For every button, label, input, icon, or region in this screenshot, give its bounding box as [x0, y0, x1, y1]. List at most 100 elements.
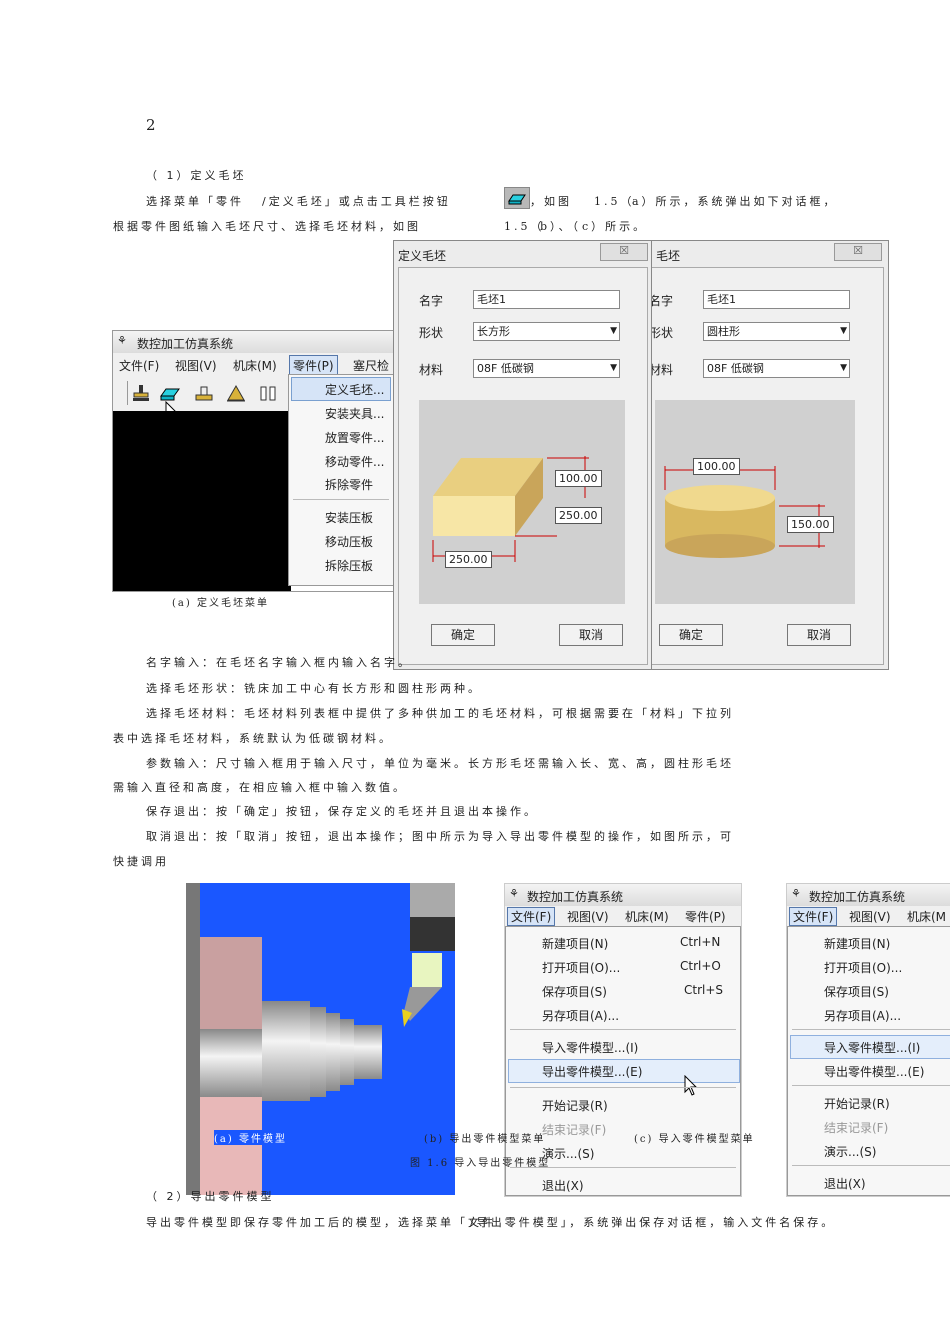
material-label: 材料 — [651, 363, 674, 377]
menu-view[interactable]: 视图(V) — [567, 908, 609, 925]
menu-file[interactable]: 文件(F) — [789, 907, 838, 926]
menu-item-demo[interactable]: 演示...(S) — [824, 1143, 876, 1160]
menu-item-save-as[interactable]: 另存项目(A)... — [542, 1007, 619, 1024]
menu-item-stop-record: 结束记录(F) — [824, 1121, 889, 1135]
menu-item-export-model[interactable]: 导出零件模型...(E) — [542, 1063, 642, 1080]
cancel-button[interactable]: 取消 — [787, 624, 851, 646]
title-bar: ⚘ 数控加工仿真系统 — [113, 331, 395, 354]
menu-item-exit[interactable]: 退出(X) — [542, 1177, 584, 1194]
viewport — [113, 411, 291, 591]
ok-button[interactable]: 确定 — [659, 624, 723, 646]
width-dim-field[interactable]: 250.00 — [555, 507, 602, 524]
menu-item-start-record[interactable]: 开始记录(R) — [824, 1095, 890, 1112]
para-text: 取消退出：按「取消」按钮，退出本操作；图中所示为导入导出零件模型的操作，如图所示… — [146, 830, 734, 843]
material-select[interactable]: 08F 低碳钢 — [703, 359, 850, 378]
menu-item-save-as[interactable]: 另存项目(A)... — [824, 1007, 901, 1024]
menu-item-remove-clamp[interactable]: 拆除压板 — [325, 557, 373, 574]
shape-select[interactable]: 圆柱形 — [703, 322, 850, 341]
dialog-title: 毛坯 — [656, 249, 681, 263]
menu-item-remove-part[interactable]: 拆除零件 — [325, 476, 373, 493]
menubar: 文件(F) 视图(V) 机床(M) 零件(P) 塞尺检 — [113, 353, 395, 376]
menu-view[interactable]: 视图(V) — [175, 357, 217, 374]
turned-part-icon — [186, 883, 455, 1195]
menu-machine[interactable]: 机床(M) — [233, 357, 277, 374]
menu-item-new[interactable]: 新建项目(N) — [542, 935, 608, 952]
app-icon: ⚘ — [791, 887, 801, 900]
menu-machine[interactable]: 机床(M) — [625, 908, 669, 925]
page-number: 2 — [146, 116, 156, 134]
material-select[interactable]: 08F 低碳钢 — [473, 359, 620, 378]
shortcut: Ctrl+N — [680, 935, 721, 949]
name-field[interactable]: 毛坯1 — [703, 290, 850, 309]
menu-part[interactable]: 零件(P) — [289, 355, 338, 376]
menu-item-move-part[interactable]: 移动零件... — [325, 453, 384, 470]
height-dim-field[interactable]: 150.00 — [787, 516, 834, 533]
dialog-title: 定义毛坯 — [398, 249, 447, 263]
place-part-icon[interactable] — [225, 383, 247, 403]
menu-item-define-blank[interactable]: 定义毛坯... — [325, 381, 384, 398]
shape-select[interactable]: 长方形 — [473, 322, 620, 341]
app-window-c: ⚘ 数控加工仿真系统 文件(F) 视图(V) 机床(M 新建项目(N) 打开项目… — [786, 883, 950, 1197]
install-fixture-icon[interactable] — [193, 383, 215, 403]
ok-button[interactable]: 确定 — [431, 624, 495, 646]
close-icon[interactable]: ☒ — [600, 243, 648, 261]
material-label: 材料 — [419, 363, 444, 377]
para-text: 快捷调用 — [113, 855, 169, 868]
menu-machine[interactable]: 机床(M — [907, 908, 946, 925]
menu-item-export-model[interactable]: 导出零件模型...(E) — [824, 1063, 924, 1080]
menu-item-place-part[interactable]: 放置零件... — [325, 429, 384, 446]
para-text: b）、（ — [540, 220, 582, 233]
menu-part[interactable]: 零件(P) — [685, 908, 726, 925]
app-title: 数控加工仿真系统 — [137, 337, 234, 351]
para-text: 导出零件模型即保存零件加工后的模型，选择菜单「文件 — [146, 1216, 496, 1229]
para-text: 需输入直径和高度，在相应输入框中输入数值。 — [113, 781, 407, 794]
section-heading: （ 2）导出零件模型 — [146, 1190, 275, 1203]
height-dim-field[interactable]: 100.00 — [555, 470, 602, 487]
menu-item-install-clamp[interactable]: 安装压板 — [325, 509, 373, 526]
para-text: 选择毛坯材料：毛坯材料列表框中提供了多种供加工的毛坯材料，可根据需要在「材料」下… — [146, 707, 734, 720]
menu-item-import-model[interactable]: 导入零件模型...(I) — [824, 1039, 920, 1056]
menu-item-move-clamp[interactable]: 移动压板 — [325, 533, 373, 550]
menu-item-install-fixture[interactable]: 安装夹具... — [325, 405, 384, 422]
menu-item-open[interactable]: 打开项目(O)... — [542, 959, 620, 976]
figure-caption: (a) 零件模型 — [214, 1130, 287, 1145]
name-label: 名字 — [419, 294, 444, 308]
menu-item-import-model[interactable]: 导入零件模型...(I) — [542, 1039, 638, 1056]
measure-icon[interactable] — [257, 383, 279, 403]
menubar: 文件(F) 视图(V) 机床(M) 零件(P) — [505, 906, 741, 926]
menu-file[interactable]: 文件(F) — [507, 907, 556, 926]
menu-separator — [293, 499, 389, 500]
define-blank-dialog: 定义毛坯 ☒ 名字 毛坯1 形状 长方形 材料 08F 低碳钢 100.00 2… — [393, 240, 653, 670]
define-blank-dialog-cylinder: 毛坯 ☒ 名字 毛坯1 形状 圆柱形 材料 08F 低碳钢 100.00 150… — [651, 240, 889, 670]
menu-item-new[interactable]: 新建项目(N) — [824, 935, 890, 952]
menu-view[interactable]: 视图(V) — [849, 908, 891, 925]
menu-item-open[interactable]: 打开项目(O)... — [824, 959, 902, 976]
menu-item-exit[interactable]: 退出(X) — [824, 1175, 866, 1192]
title-bar: ⚘ 数控加工仿真系统 — [505, 884, 741, 907]
para-text: c）所示。 — [582, 220, 648, 233]
para-text: 选择菜单「零件 — [146, 195, 244, 208]
name-field[interactable]: 毛坯1 — [473, 290, 620, 309]
para-text: 保存退出：按「确定」按钮，保存定义的毛坯并且退出本操作。 — [146, 805, 538, 818]
cancel-button[interactable]: 取消 — [559, 624, 623, 646]
menu-item-save[interactable]: 保存项目(S) — [824, 983, 889, 1000]
blank-preview: 100.00 150.00 — [655, 400, 855, 604]
length-dim-field[interactable]: 250.00 — [445, 551, 492, 568]
menu-gauge[interactable]: 塞尺检 — [353, 357, 389, 374]
menu-item-save[interactable]: 保存项目(S) — [542, 983, 607, 1000]
toolbar-separator — [127, 381, 128, 405]
para-text: 根据零件图纸输入毛坯尺寸、选择毛坯材料，如图 — [113, 220, 421, 233]
app-title: 数控加工仿真系统 — [527, 890, 624, 904]
diameter-dim-field[interactable]: 100.00 — [693, 458, 740, 475]
menu-item-start-record[interactable]: 开始记录(R) — [542, 1097, 608, 1114]
file-menu: 新建项目(N) 打开项目(O)... 保存项目(S) 另存项目(A)... 导入… — [787, 926, 950, 1196]
close-icon[interactable]: ☒ — [834, 243, 882, 261]
define-blank-icon[interactable] — [159, 383, 181, 403]
menu-file[interactable]: 文件(F) — [119, 357, 159, 374]
figure-caption: (a) 定义毛坯菜单 — [172, 598, 269, 609]
machine-tool-icon[interactable] — [131, 383, 151, 403]
app-title: 数控加工仿真系统 — [809, 890, 906, 904]
menu-separator — [792, 1165, 950, 1166]
title-bar: ⚘ 数控加工仿真系统 — [787, 884, 950, 907]
block-3d-icon — [432, 456, 589, 562]
